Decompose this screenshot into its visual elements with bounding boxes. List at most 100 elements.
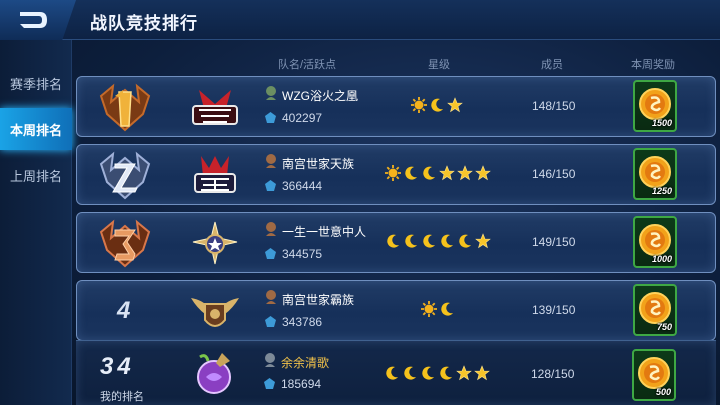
sun-icon (385, 165, 401, 181)
tab-season-ranking[interactable]: 赛季排名 (0, 62, 72, 104)
moon-icon (422, 366, 434, 380)
team-name: 南宫世家天族 (266, 154, 355, 172)
moon-icon (459, 234, 471, 248)
star-icon (456, 365, 472, 381)
column-header-team: 队名/活跃点 (278, 59, 337, 71)
team-logo-star-icon (187, 218, 243, 270)
moon-icon (386, 366, 398, 380)
column-header-reward: 本周奖励 (631, 59, 675, 71)
my-rank-label: 我的排名 (100, 391, 144, 403)
tab-last-week-ranking[interactable]: 上周排名 (0, 154, 72, 196)
moon-icon (423, 234, 435, 248)
member-count: 128/150 (531, 367, 575, 381)
rank-number: 4 (117, 297, 131, 324)
member-count: 148/150 (532, 99, 576, 113)
activity-points-value: 402297 (282, 111, 323, 125)
my-rank-number: 34 (100, 353, 135, 380)
moon-icon (387, 234, 399, 248)
team-name-text: 一生一世意中人 (282, 225, 367, 239)
reward-amount: 1000 (651, 254, 672, 264)
team-name-text: 余余清歌 (281, 356, 330, 370)
team-logo-runner-up-icon (187, 82, 243, 134)
activity-icon (265, 248, 276, 259)
moon-icon (405, 166, 417, 180)
reward-amount: 750 (656, 322, 672, 332)
reward-button[interactable]: 1250 (633, 148, 677, 200)
moon-icon (441, 302, 453, 316)
team-logo-king-icon (187, 150, 243, 202)
page-title: 战队竞技排行 (90, 14, 198, 33)
activity-icon (265, 180, 276, 191)
back-arrow-icon (20, 12, 47, 28)
star-icon (474, 365, 490, 381)
reward-amount: 1250 (651, 186, 672, 196)
moon-icon (431, 98, 443, 112)
team-logo-winged-shield-icon (187, 286, 243, 338)
rank-1-gold-badge-icon (97, 82, 153, 134)
activity-points: 343786 (265, 315, 323, 329)
my-ranking-row: 34 我的排名 余余清歌 185694 128/150 500 (76, 340, 716, 405)
member-count: 149/150 (532, 235, 576, 249)
activity-points-value: 185694 (281, 377, 322, 391)
moon-icon (441, 234, 453, 248)
reward-button[interactable]: 1500 (633, 80, 677, 132)
star-level (385, 233, 491, 249)
column-header-stars: 星级 (428, 59, 450, 71)
star-icon (475, 165, 491, 181)
team-name: WZG浴火之凰 (266, 86, 358, 104)
star-level (385, 165, 491, 181)
ranking-row[interactable]: WZG浴火之凰 402297 148/150 1500 (76, 76, 716, 137)
star-icon (447, 97, 463, 113)
team-name-text: 南宫世家天族 (282, 157, 355, 171)
activity-points-value: 366444 (282, 179, 323, 193)
reward-button[interactable]: 750 (633, 284, 677, 336)
star-icon (439, 165, 455, 181)
star-icon (457, 165, 473, 181)
activity-icon (265, 112, 276, 123)
ranking-row[interactable]: 4 南宫世家霸族 343786 139/150 750 (76, 280, 716, 341)
activity-icon (264, 378, 275, 389)
member-count: 146/150 (532, 167, 576, 181)
team-name: 一生一世意中人 (266, 222, 367, 240)
rank-2-silver-badge-icon (97, 150, 153, 202)
activity-icon (265, 316, 276, 327)
star-level (384, 365, 490, 381)
activity-points-value: 344575 (282, 247, 323, 261)
member-count: 139/150 (532, 303, 576, 317)
sun-icon (421, 301, 437, 317)
star-level (421, 301, 455, 317)
tab-this-week-ranking[interactable]: 本周排名 (0, 108, 72, 150)
reward-amount: 500 (655, 387, 671, 397)
moon-icon (405, 234, 417, 248)
team-name-text: 南宫世家霸族 (282, 293, 355, 307)
header-bar: 战队竞技排行 (0, 0, 720, 40)
column-header-members: 成员 (541, 59, 563, 71)
moon-icon (404, 366, 416, 380)
star-icon (475, 233, 491, 249)
team-logo-potion-icon (186, 347, 242, 399)
team-name-text: WZG浴火之凰 (282, 89, 358, 103)
star-level (411, 97, 463, 113)
leader-icon (266, 222, 276, 236)
leader-icon (266, 86, 276, 100)
moon-icon (440, 366, 452, 380)
activity-points: 366444 (265, 179, 323, 193)
rank-3-bronze-badge-icon (97, 218, 153, 270)
ranking-row[interactable]: 南宫世家天族 366444 146/150 1250 (76, 144, 716, 205)
reward-amount: 1500 (651, 118, 672, 128)
leader-icon (266, 154, 276, 168)
activity-points: 185694 (264, 377, 322, 391)
leader-icon (266, 290, 276, 304)
back-button[interactable] (0, 0, 76, 40)
moon-icon (423, 166, 435, 180)
sun-icon (411, 97, 427, 113)
activity-points-value: 343786 (282, 315, 323, 329)
activity-points: 402297 (265, 111, 323, 125)
leader-icon (265, 353, 275, 367)
reward-button[interactable]: 500 (632, 349, 676, 401)
sidebar: 赛季排名 本周排名 上周排名 (0, 40, 72, 405)
activity-points: 344575 (265, 247, 323, 261)
ranking-row[interactable]: 一生一世意中人 344575 149/150 1000 (76, 212, 716, 273)
reward-button[interactable]: 1000 (633, 216, 677, 268)
team-name: 余余清歌 (265, 353, 330, 371)
